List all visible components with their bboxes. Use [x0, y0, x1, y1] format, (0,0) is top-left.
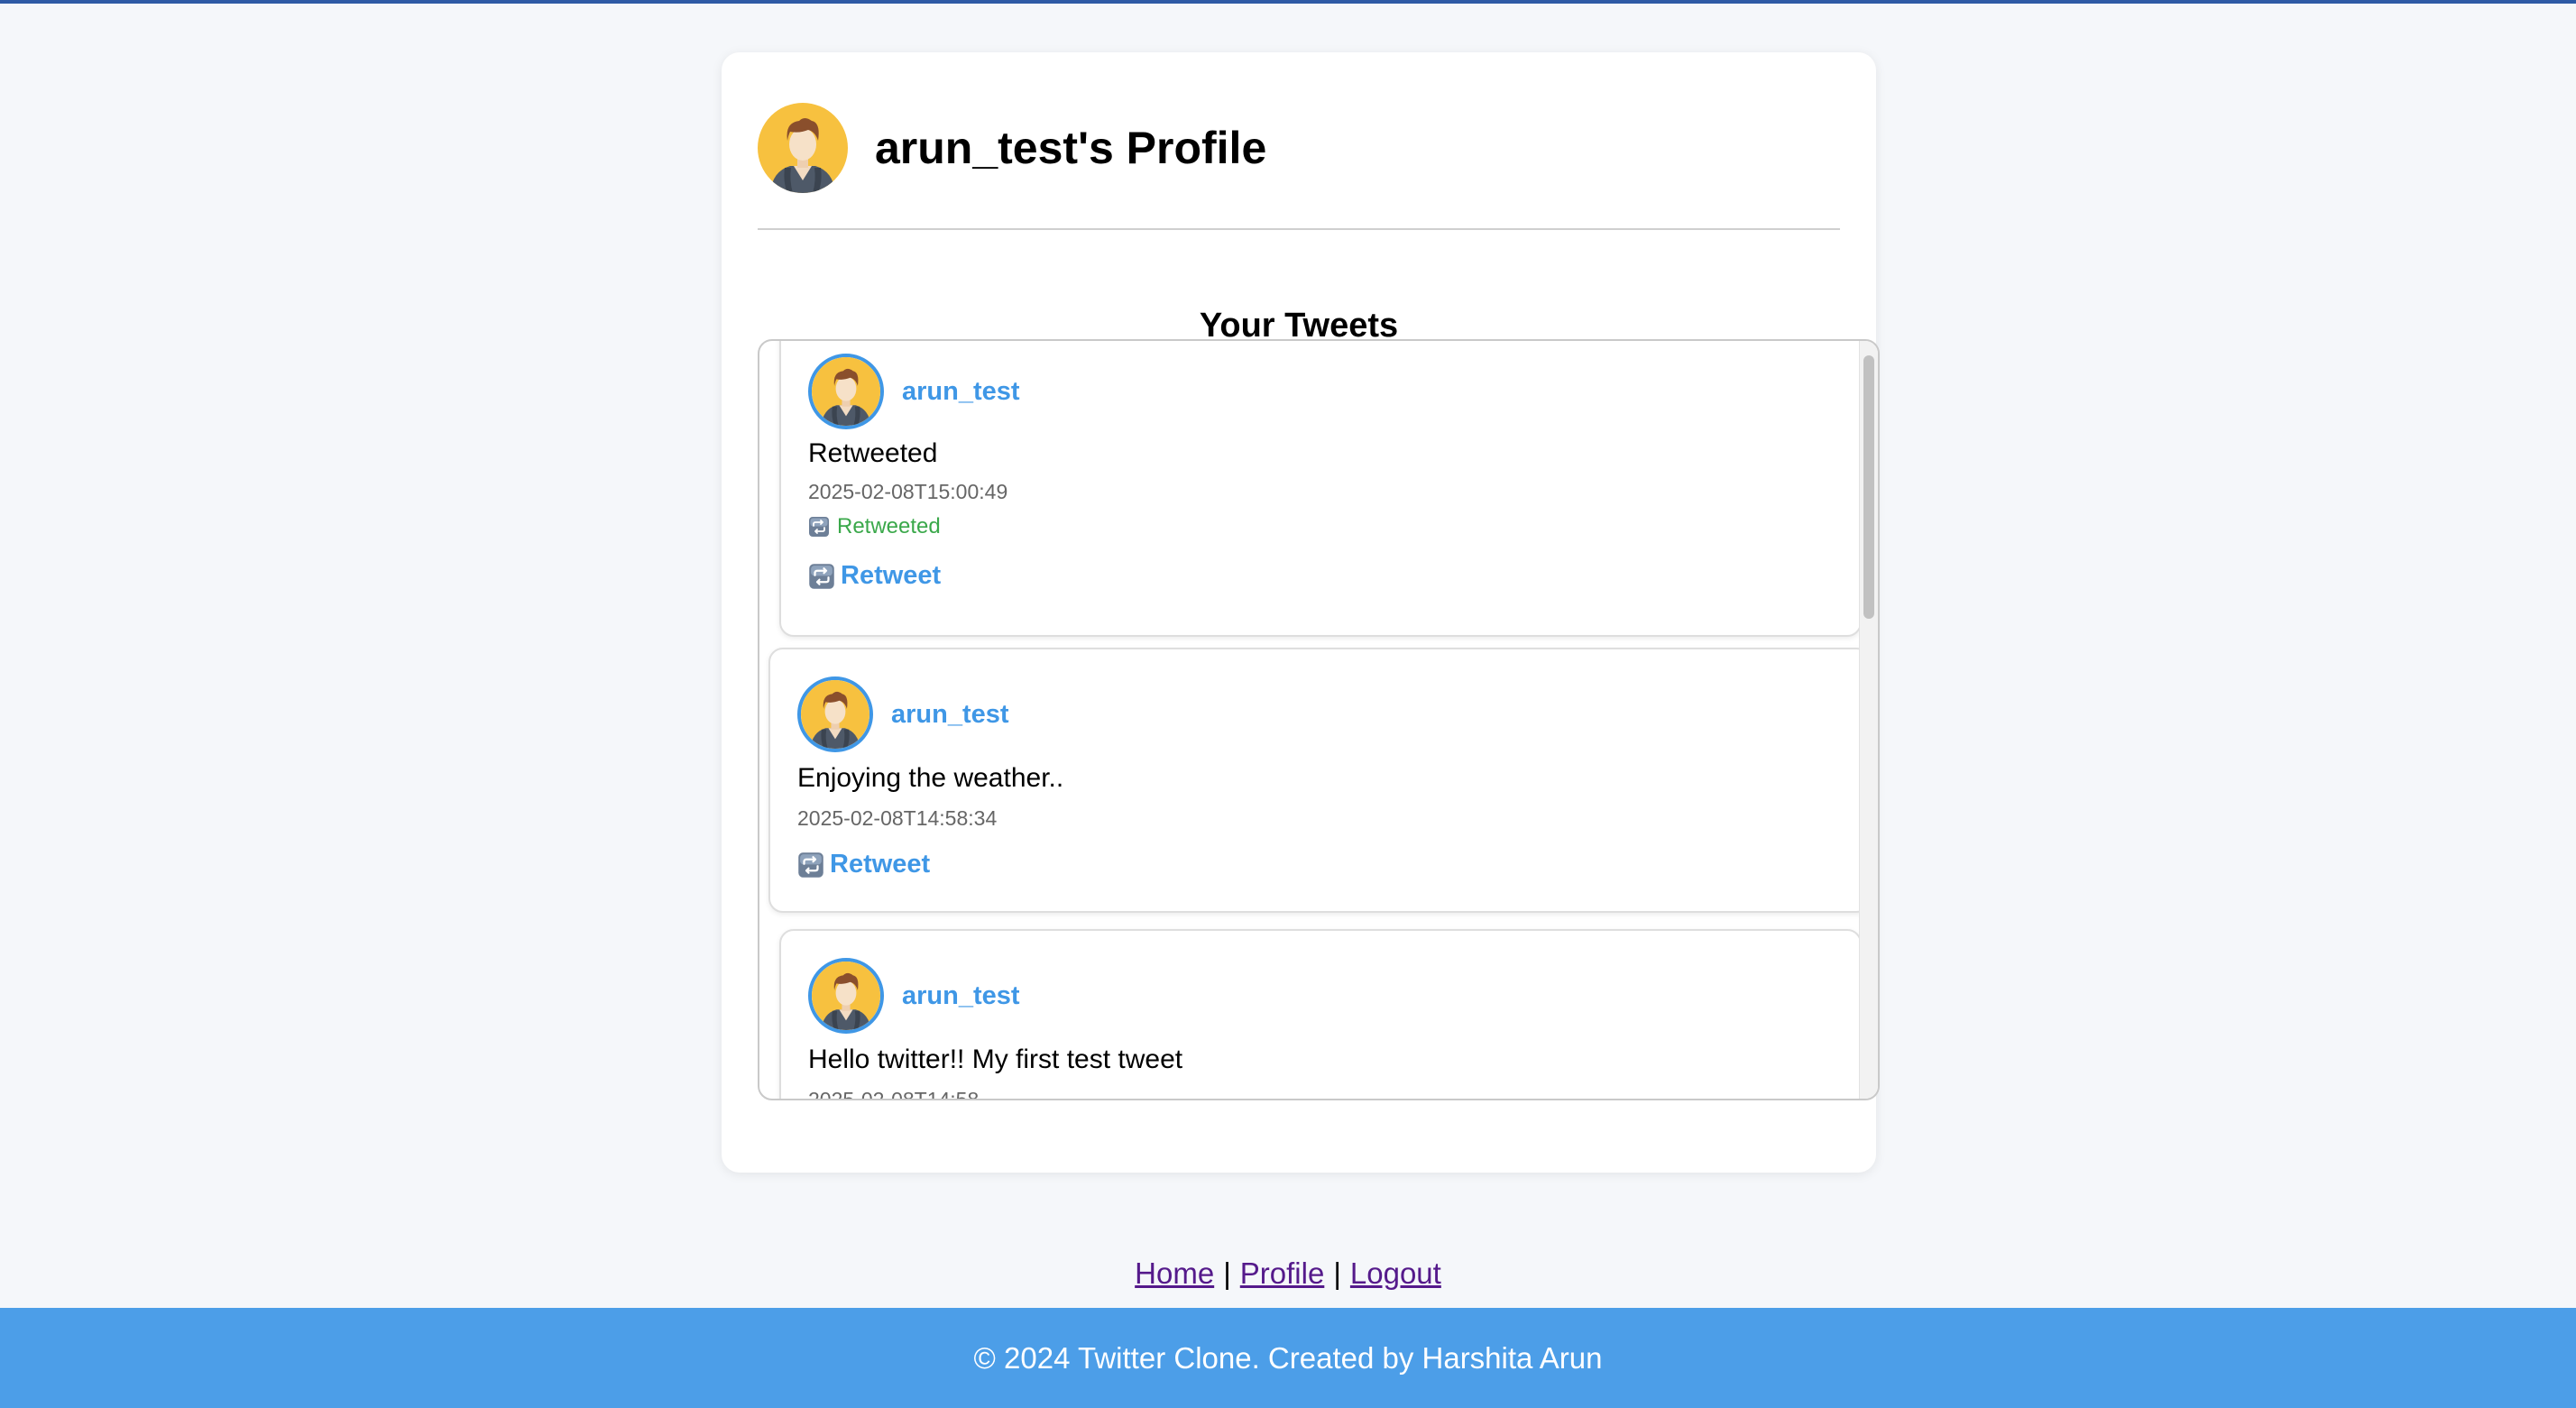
page-title: arun_test's Profile [875, 123, 1267, 173]
tweet-header: arun_test [808, 354, 1020, 429]
retweet-button[interactable]: Retweet [797, 850, 930, 879]
profile-avatar-icon [758, 103, 848, 193]
retweet-button-label: Retweet [841, 561, 942, 590]
footer-nav: Home | Profile | Logout [0, 1256, 2576, 1291]
retweeted-badge: Retweeted [808, 514, 941, 539]
footer: © 2024 Twitter Clone. Created by Harshit… [0, 1308, 2576, 1408]
tweet-card: arun_test Enjoying the weather.. 2025-02… [768, 648, 1871, 913]
nav-separator: | [1333, 1256, 1341, 1290]
tweet-username[interactable]: arun_test [902, 377, 1020, 407]
tweet-text: Hello twitter!! My first test tweet [808, 1044, 1183, 1074]
tweet-timestamp: 2025-02-08T14:58:34 [797, 806, 998, 830]
tweet-timestamp: 2025-02-08T15:00:49 [808, 480, 1008, 503]
retweet-icon [808, 516, 830, 538]
tweet-header: arun_test [797, 676, 1009, 752]
tweet-username[interactable]: arun_test [902, 981, 1020, 1011]
profile-card: arun_test's Profile Your Tweets arun_tes… [722, 52, 1880, 1173]
retweet-button-label: Retweet [830, 850, 931, 879]
tweet-card: arun_test Retweeted 2025-02-08T15:00:49 … [779, 341, 1862, 637]
scrollbar-thumb[interactable] [1863, 355, 1874, 619]
tweets-list[interactable]: arun_test Retweeted 2025-02-08T15:00:49 … [758, 339, 1880, 1100]
tweet-text: Enjoying the weather.. [797, 763, 1064, 793]
profile-header: arun_test's Profile [758, 103, 1266, 193]
divider [758, 228, 1840, 230]
tweet-username[interactable]: arun_test [891, 700, 1009, 730]
user-avatar-icon [808, 354, 884, 429]
nav-profile-link[interactable]: Profile [1240, 1256, 1325, 1290]
nav-home-link[interactable]: Home [1135, 1256, 1214, 1290]
tweet-text: Retweeted [808, 438, 938, 468]
retweet-icon [808, 563, 835, 590]
footer-text: © 2024 Twitter Clone. Created by Harshit… [973, 1340, 1603, 1375]
nav-separator: | [1223, 1256, 1231, 1290]
retweet-icon [797, 851, 824, 879]
user-avatar-icon [808, 958, 884, 1034]
tweet-timestamp: 2025-02-08T14:58 [808, 1088, 980, 1100]
scrollbar[interactable] [1859, 341, 1878, 1099]
retweet-button[interactable]: Retweet [808, 561, 941, 591]
tweet-header: arun_test [808, 958, 1020, 1034]
retweeted-label: Retweeted [837, 514, 941, 538]
user-avatar-icon [797, 676, 873, 752]
nav-logout-link[interactable]: Logout [1350, 1256, 1441, 1290]
tweet-card: arun_test Hello twitter!! My first test … [779, 929, 1862, 1100]
top-accent-bar [0, 0, 2576, 4]
